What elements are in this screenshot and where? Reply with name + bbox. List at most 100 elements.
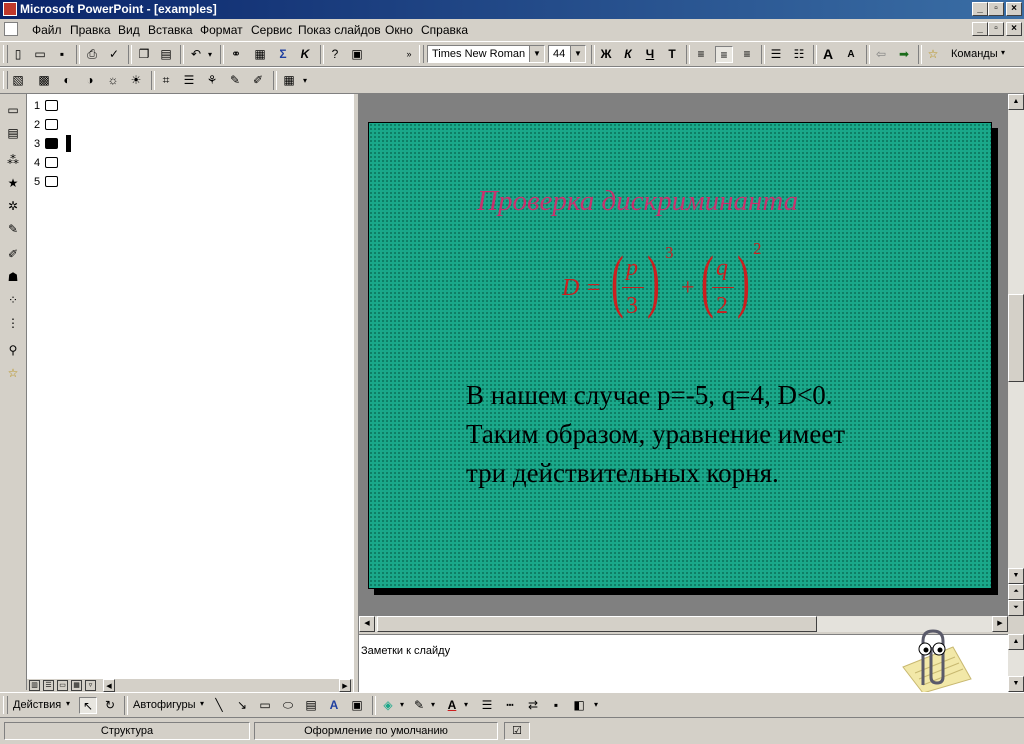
chevron-down-icon[interactable]: ▾ — [300, 72, 310, 89]
summary-slide-icon[interactable]: ▤ — [4, 125, 22, 142]
arrow-style-icon[interactable]: ⇄ — [524, 697, 542, 714]
expand-all-icon[interactable]: ☗ — [4, 269, 22, 286]
toolbar-grip[interactable] — [3, 71, 8, 89]
chevron-down-icon[interactable]: ▼ — [570, 46, 585, 62]
line-icon[interactable]: ╲ — [210, 697, 228, 714]
maximize-button[interactable]: ▫ — [988, 2, 1004, 16]
undo-dropdown-icon[interactable]: ▾ — [205, 46, 215, 63]
more-contrast-icon[interactable]: ◐ — [58, 72, 76, 89]
slide-show-icon[interactable]: ▿ — [85, 680, 96, 691]
slide-title[interactable]: Проверка дискриминанта — [477, 185, 798, 218]
next-slide-button[interactable]: ⏷ — [1008, 600, 1024, 616]
select-objects-icon[interactable]: ↖ — [79, 697, 97, 714]
animation-effects-icon[interactable]: ☆ — [924, 46, 942, 63]
spelling-status-icon[interactable]: ☑ — [504, 722, 530, 740]
promote-icon[interactable]: ⇦ — [872, 46, 890, 63]
scroll-right-button[interactable]: ▶ — [992, 616, 1008, 632]
slide-view-icon[interactable]: ▣ — [348, 46, 366, 63]
shadow-icon[interactable]: ▪ — [547, 697, 565, 714]
document-icon[interactable] — [4, 22, 18, 36]
chevron-down-icon[interactable]: ▾ — [594, 700, 598, 709]
align-center-icon[interactable]: ≡ — [715, 46, 733, 63]
chevron-down-icon[interactable]: ▾ — [400, 700, 404, 709]
spelling-icon[interactable]: ✓ — [105, 46, 123, 63]
undo-icon[interactable]: ↶ — [187, 46, 205, 63]
recolor-icon[interactable]: ⚘ — [203, 72, 221, 89]
oval-icon[interactable]: ⬭ — [279, 697, 297, 714]
numbering-icon[interactable]: ☰ — [767, 46, 785, 63]
scroll-down-button[interactable]: ▼ — [1008, 568, 1024, 584]
bold-button[interactable]: Ж — [597, 46, 615, 63]
scroll-left-button[interactable]: ◀ — [359, 616, 375, 632]
font-color-icon[interactable]: A — [443, 697, 461, 714]
increase-font-icon[interactable]: A — [819, 46, 837, 63]
3d-icon[interactable]: ◧ — [570, 697, 588, 714]
tables-icon[interactable]: ▦ — [251, 46, 269, 63]
insert-picture-icon[interactable]: ▧ — [9, 72, 27, 89]
scroll-right-button[interactable]: ▶ — [339, 679, 351, 692]
image-control-icon[interactable]: ▩ — [35, 72, 53, 89]
paste-icon[interactable]: ▤ — [157, 46, 175, 63]
free-rotate-icon[interactable]: ↻ — [101, 697, 119, 714]
demote-outline-icon[interactable]: ⋮ — [4, 315, 22, 332]
wordart-icon[interactable]: A — [325, 697, 343, 714]
toolbar-grip[interactable] — [3, 696, 8, 714]
chevron-down-icon[interactable]: ▼ — [529, 46, 544, 62]
formula-editor-icon[interactable]: K — [296, 46, 314, 63]
close-button[interactable]: × — [1006, 2, 1022, 16]
menu-window[interactable]: Окно — [385, 23, 413, 37]
clip-art-icon[interactable]: ▣ — [348, 697, 366, 714]
toolbar-grip[interactable] — [419, 45, 424, 63]
scroll-up-button[interactable]: ▲ — [1008, 634, 1024, 650]
outline-pane[interactable]: 1 2 3 4 5 — [27, 94, 354, 679]
text-box-icon[interactable]: ▤ — [302, 697, 320, 714]
chevron-down-icon[interactable]: ▾ — [431, 700, 435, 709]
decrease-font-icon[interactable]: A — [842, 46, 860, 63]
menu-format[interactable]: Формат — [200, 23, 243, 37]
actions-menu[interactable]: Действия — [13, 699, 61, 711]
more-buttons-icon[interactable]: » — [404, 46, 414, 63]
discriminant-formula[interactable]: D = ( p 3 ) 3 + ( q 2 ) 2 — [559, 239, 799, 333]
chevron-down-icon[interactable]: ▾ — [66, 699, 70, 708]
align-right-icon[interactable]: ≡ — [738, 46, 756, 63]
line-style-icon[interactable]: ☰ — [180, 72, 198, 89]
doc-restore-button[interactable]: ▫ — [988, 22, 1004, 36]
normal-view-icon[interactable]: ▥ — [29, 680, 40, 691]
toolbar-grip[interactable] — [3, 45, 8, 63]
open-folder-icon[interactable]: ▭ — [31, 46, 49, 63]
shadow-text-icon[interactable]: T — [663, 46, 681, 63]
commands-menu[interactable]: Команды — [951, 48, 998, 60]
custom-animation-icon[interactable]: ✲ — [4, 198, 22, 215]
help-icon[interactable]: ? — [326, 46, 344, 63]
new-document-icon[interactable]: ▯ — [9, 46, 27, 63]
less-brightness-icon[interactable]: ☀ — [127, 72, 145, 89]
promote-outline-icon[interactable]: ⁘ — [4, 292, 22, 309]
dash-style-icon[interactable]: ┅ — [501, 697, 519, 714]
less-contrast-icon[interactable]: ◑ — [81, 72, 99, 89]
show-formatting-icon[interactable]: ✐ — [4, 246, 22, 263]
crop-icon[interactable]: ⌗ — [157, 72, 175, 89]
menu-slideshow[interactable]: Показ слайдов — [298, 23, 381, 37]
hyperlink-icon[interactable]: ⚭ — [227, 46, 245, 63]
bullets-icon[interactable]: ☷ — [790, 46, 808, 63]
find-icon[interactable]: ⚲ — [4, 342, 22, 359]
copy-icon[interactable]: ❐ — [135, 46, 153, 63]
rectangle-icon[interactable]: ▭ — [256, 697, 274, 714]
office-assistant-clippy[interactable] — [893, 627, 973, 693]
notes-scrollbar[interactable]: ▲ ▼ — [1008, 634, 1024, 692]
fill-color-icon[interactable]: ◈ — [379, 697, 397, 714]
collapse-icon[interactable]: ⁂ — [4, 152, 22, 169]
previous-slide-button[interactable]: ⏶ — [1008, 584, 1024, 600]
scroll-left-button[interactable]: ◀ — [103, 679, 115, 692]
demote-icon[interactable]: ➡ — [895, 46, 913, 63]
menu-insert[interactable]: Вставка — [148, 23, 193, 37]
chevron-down-icon[interactable]: ▾ — [464, 700, 468, 709]
slide-transition-icon[interactable]: ✎ — [4, 221, 22, 238]
doc-minimize-button[interactable]: _ — [972, 22, 988, 36]
animation-icon[interactable]: ★ — [4, 175, 22, 192]
print-icon[interactable]: ⎙ — [83, 46, 101, 63]
chevron-down-icon[interactable]: ▾ — [200, 699, 204, 708]
slide-sorter-icon[interactable]: ▦ — [71, 680, 82, 691]
line-style-icon[interactable]: ☰ — [478, 697, 496, 714]
minimize-button[interactable]: _ — [972, 2, 988, 16]
